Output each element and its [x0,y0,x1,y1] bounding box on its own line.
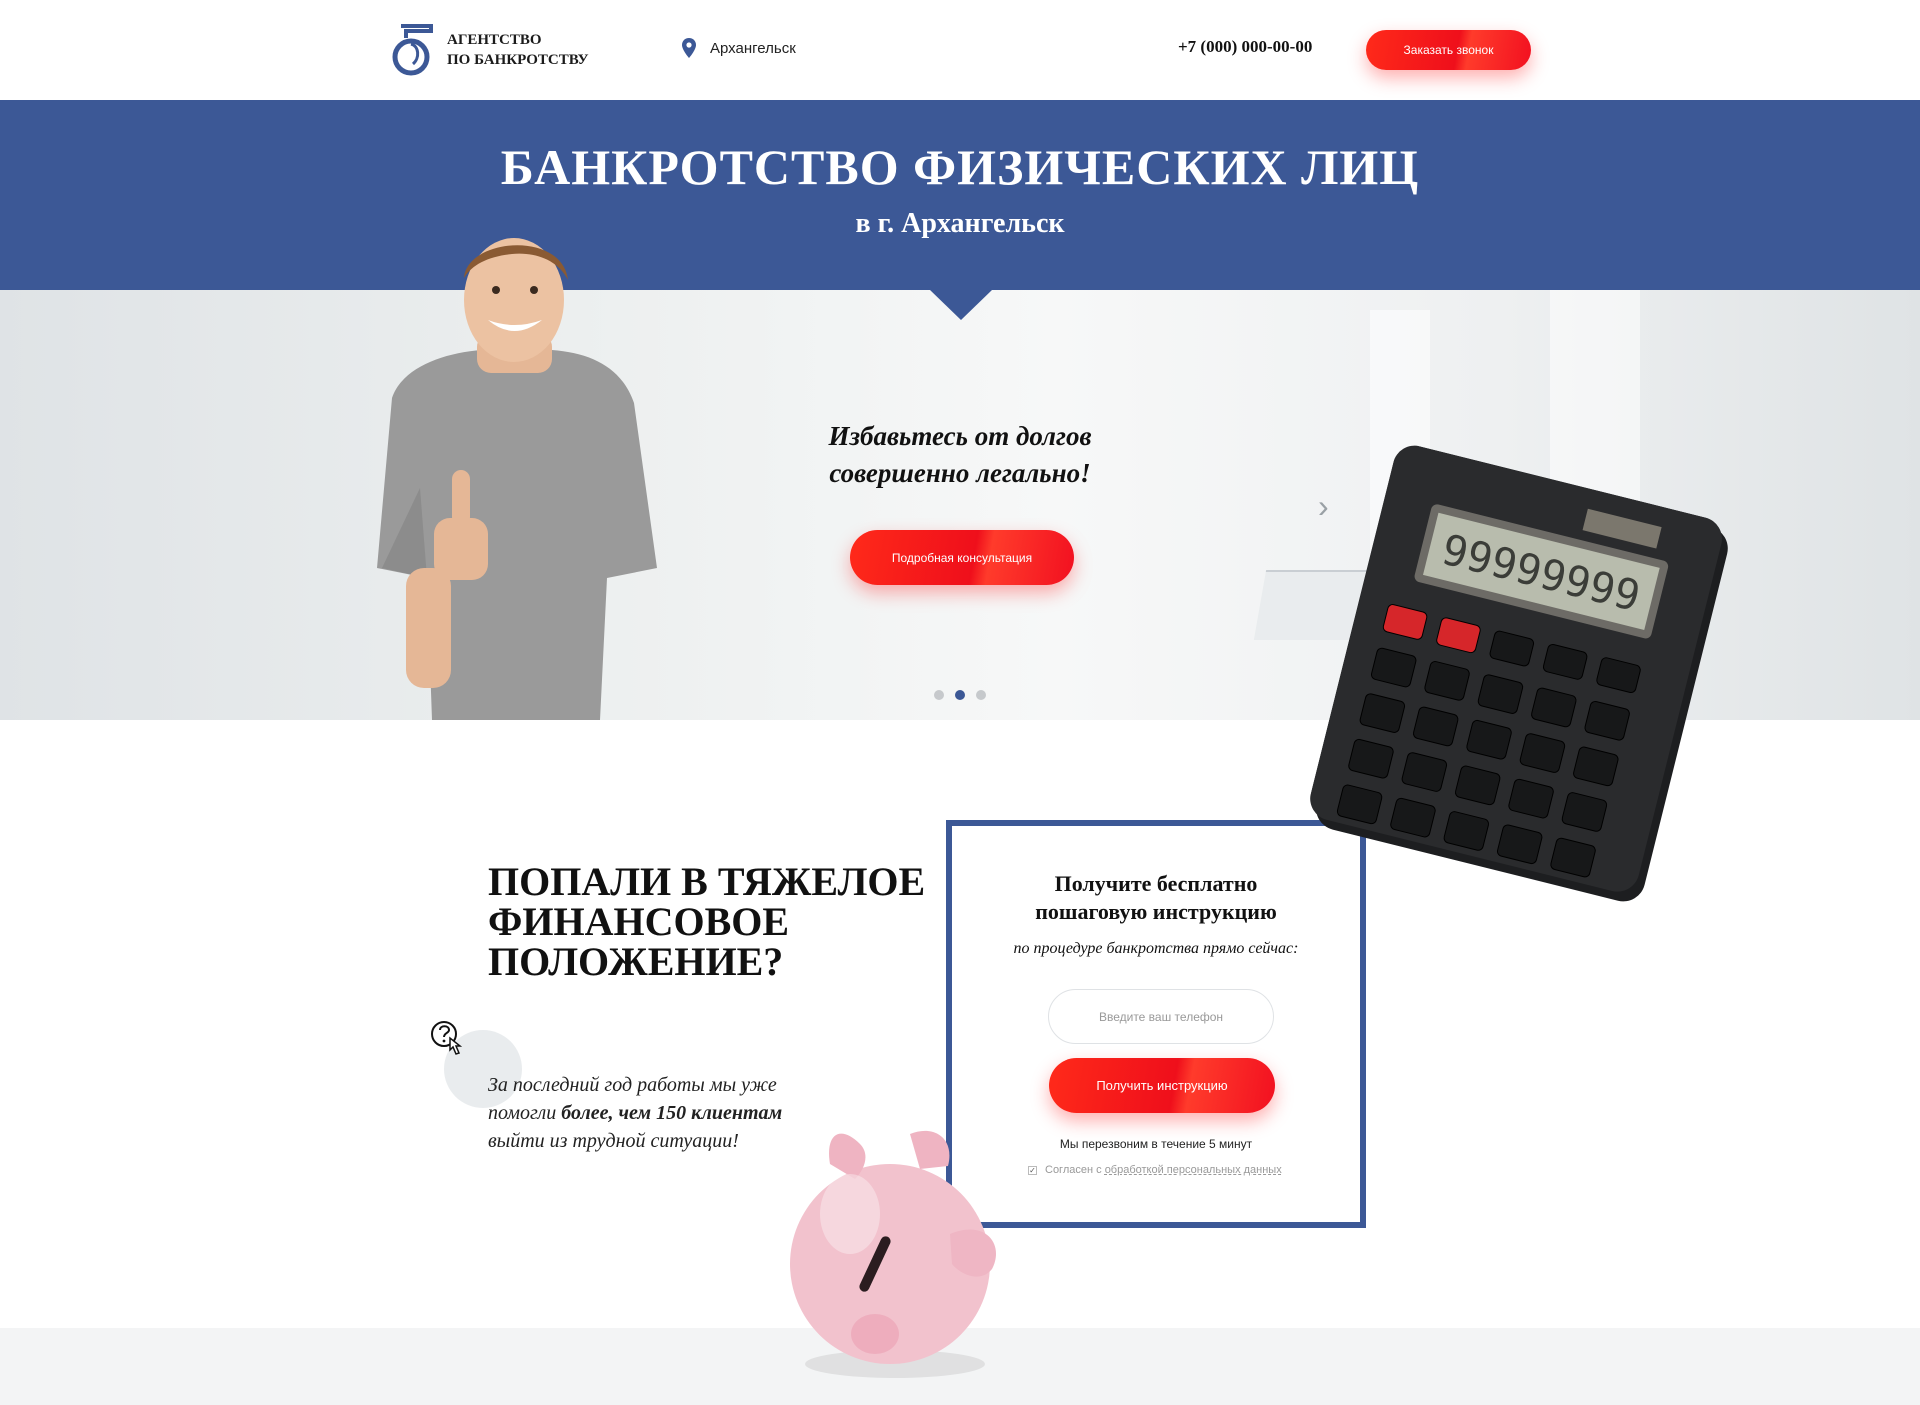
logo-text: АГЕНТСТВО ПО БАНКРОТСТВУ [447,30,589,70]
slider-dots [934,690,986,700]
question-pointer-icon [431,1021,463,1055]
consent-prefix: Согласен с [1045,1164,1105,1176]
title-banner: БАНКРОТСТВО ФИЗИЧЕСКИХ ЛИЦ в г. Архангел… [0,100,1920,290]
privacy-link[interactable]: обработкой персональных данных [1105,1164,1282,1176]
problem-title-line1: ПОПАЛИ В ТЯЖЕЛОЕ [488,859,926,904]
piggy-bank-image [790,1130,996,1378]
form-subtitle: по процедуре банкротства прямо сейчас: [1013,940,1299,957]
agency-logo[interactable] [389,24,437,76]
phone-input[interactable] [1048,989,1274,1044]
form-title-line2: пошаговую инструкцию [1035,899,1277,924]
page-title: БАНКРОТСТВО ФИЗИЧЕСКИХ ЛИЦ [500,139,1420,195]
city-selector[interactable]: Архангельск [682,38,796,58]
logo-line1: АГЕНТСТВО [447,32,542,48]
consent-text: Согласен с обработкой персональных данны… [1045,1164,1282,1176]
form-title-line1: Получите бесплатно [1054,871,1258,896]
problem-heading: ПОПАЛИ В ТЯЖЕЛОЕ ФИНАНСОВОЕ ПОЛОЖЕНИЕ? [488,862,925,982]
consent-checkbox[interactable]: ✓ [1028,1165,1037,1175]
slider-dot-1[interactable] [934,690,944,700]
chevron-right-icon[interactable]: › [1318,488,1329,525]
hero-line1: Избавьтесь от долгов [828,421,1092,451]
helped-text-end: выйти из трудной ситуации! [488,1130,739,1152]
consent-row: ✓ Согласен с обработкой персональных дан… [1028,1164,1282,1176]
problem-title-line3: ПОЛОЖЕНИЕ? [488,939,784,984]
man-thumbs-up-image [377,238,657,720]
hero-slogan: Избавьтесь от долгов совершенно легально… [780,418,1140,492]
header-phone[interactable]: +7 (000) 000-00-00 [1178,37,1312,57]
order-call-button[interactable]: Заказать звонок [1366,30,1531,70]
site-header: АГЕНТСТВО ПО БАНКРОТСТВУ Архангельск +7 … [0,0,1920,100]
slider-dot-3[interactable] [976,690,986,700]
location-pin-icon [682,38,696,58]
consultation-button[interactable]: Подробная консультация [850,530,1074,585]
get-instruction-button[interactable]: Получить инструкцию [1049,1058,1275,1113]
form-title: Получите бесплатно пошаговую инструкцию [952,870,1360,926]
helped-text-bold: более, чем 150 клиентам [561,1102,783,1124]
city-label: Архангельск [710,39,796,57]
hero-line2: совершенно легально! [829,458,1091,488]
banner-notch [930,290,992,320]
page-subtitle: в г. Архангельск [855,208,1065,239]
slider-dot-2[interactable] [955,690,965,700]
problem-title-line2: ФИНАНСОВОЕ [488,899,790,944]
logo-line2: ПО БАНКРОТСТВУ [447,52,589,68]
